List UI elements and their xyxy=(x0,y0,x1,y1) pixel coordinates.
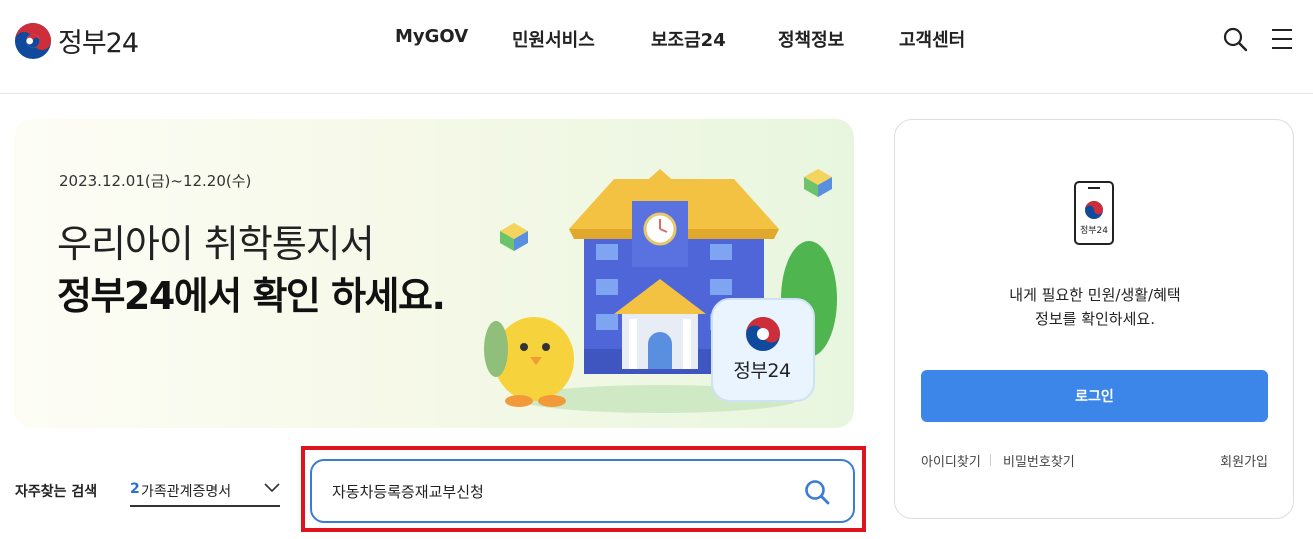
banner-title-line1: 우리아이 취학통지서 xyxy=(57,222,375,266)
login-card: 정부24 내게 필요한 민원/생활/혜택 정보를 확인하세요. 로그인 아이디찾… xyxy=(894,119,1294,519)
hamburger-menu-icon[interactable] xyxy=(1269,26,1295,52)
nav-item-mygov[interactable]: MyGOV xyxy=(395,26,468,47)
nav-item-policy-info[interactable]: 정책정보 xyxy=(778,26,844,52)
promo-banner[interactable]: 2023.12.01(금)~12.20(수) 우리아이 취학통지서 정부24에서… xyxy=(14,119,854,428)
quick-search-label: 자주찾는 검색 xyxy=(15,484,98,500)
login-message-line1: 내게 필요한 민원/생활/혜택 xyxy=(1009,286,1181,304)
mobile-phone-icon xyxy=(1074,181,1114,245)
chevron-down-icon xyxy=(264,483,280,493)
login-links: 아이디찾기 비밀번호찾기 회원가입 xyxy=(921,451,1268,471)
quick-search-dropdown[interactable]: 2 가족관계증명서 xyxy=(130,475,280,507)
search-icon[interactable] xyxy=(1222,26,1248,52)
taegeuk-logo-icon xyxy=(746,317,780,351)
find-password-link[interactable]: 비밀번호찾기 xyxy=(1003,451,1075,470)
link-divider xyxy=(990,454,991,466)
search-icon[interactable] xyxy=(803,478,831,506)
banner-title-line2: 정부24에서 확인 하세요. xyxy=(57,274,446,318)
find-id-link[interactable]: 아이디찾기 xyxy=(921,451,981,470)
main-search-box xyxy=(310,459,855,523)
cube-icon xyxy=(804,169,832,197)
banner-badge-label: 정부24 xyxy=(733,360,791,382)
main-nav: MyGOV 민원서비스 보조금24 정책정보 고객센터 xyxy=(0,26,1313,54)
school-illustration xyxy=(484,169,837,413)
site-header: 정부24 MyGOV 민원서비스 보조금24 정책정보 고객센터 xyxy=(0,0,1313,94)
search-input[interactable] xyxy=(332,476,792,506)
signup-link[interactable]: 회원가입 xyxy=(1220,451,1268,470)
login-button[interactable]: 로그인 xyxy=(921,370,1268,422)
quick-search-selected: 가족관계증명서 xyxy=(141,484,232,500)
nav-item-subsidy24[interactable]: 보조금24 xyxy=(651,26,726,52)
banner-date: 2023.12.01(금)~12.20(수) xyxy=(59,172,252,190)
quick-search-rank: 2 xyxy=(130,481,140,497)
nav-item-customer-center[interactable]: 고객센터 xyxy=(899,26,965,52)
nav-item-civil-service[interactable]: 민원서비스 xyxy=(512,26,595,52)
phone-label: 정부24 xyxy=(1079,226,1108,236)
login-message: 내게 필요한 민원/생활/혜택 정보를 확인하세요. xyxy=(895,283,1295,331)
login-message-line2: 정보를 확인하세요. xyxy=(1035,310,1155,328)
cube-icon xyxy=(500,223,528,251)
